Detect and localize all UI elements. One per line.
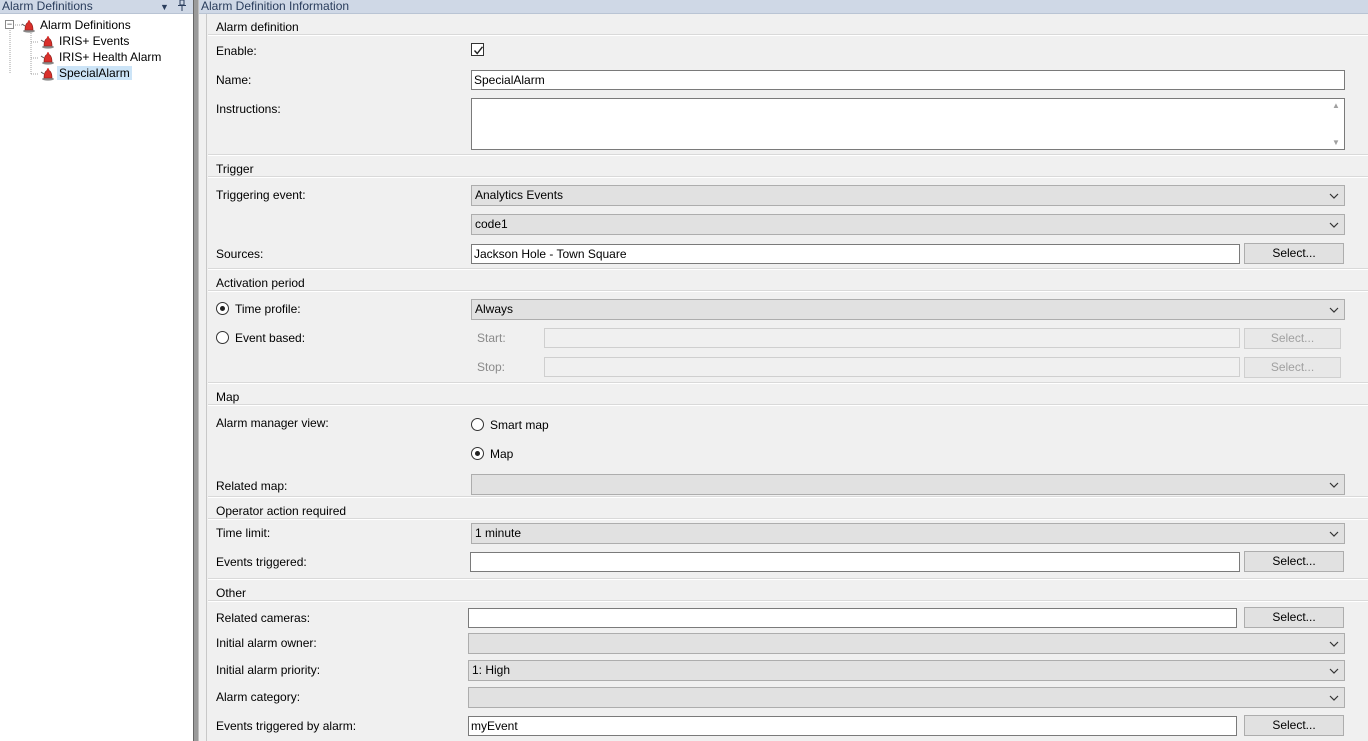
related-cameras-field[interactable] <box>468 608 1237 628</box>
related-map-label: Related map: <box>216 479 288 493</box>
pane-menu-chevron-icon[interactable]: ▼ <box>160 2 169 12</box>
time-profile-value: Always <box>475 302 514 316</box>
events-triggered-field[interactable] <box>470 552 1240 572</box>
chevron-down-icon[interactable] <box>1327 216 1341 233</box>
tree-item-label: IRIS+ Health Alarm <box>59 50 162 64</box>
enable-checkbox[interactable] <box>471 43 484 56</box>
sources-label: Sources: <box>216 247 264 261</box>
instructions-scrollbar[interactable]: ▲ ▼ <box>1328 99 1344 149</box>
initial-alarm-owner-label: Initial alarm owner: <box>216 636 317 650</box>
time-limit-dropdown[interactable]: 1 minute <box>471 523 1345 544</box>
scroll-down-icon[interactable]: ▼ <box>1332 138 1340 147</box>
smart-map-radio[interactable] <box>471 418 484 431</box>
chevron-down-icon[interactable] <box>1327 689 1341 706</box>
start-label: Start: <box>477 331 506 345</box>
section-title-other: Other <box>216 586 247 600</box>
sources-field[interactable]: Jackson Hole - Town Square <box>471 244 1240 264</box>
alarm-bell-icon <box>39 35 55 49</box>
chevron-down-icon[interactable] <box>1327 635 1341 652</box>
section-divider <box>208 290 1368 292</box>
initial-alarm-priority-label: Initial alarm priority: <box>216 663 321 677</box>
tree-item-iris-events[interactable]: IRIS+ Events <box>39 33 131 49</box>
related-cameras-label: Related cameras: <box>216 611 311 625</box>
events-triggered-by-alarm-field[interactable]: myEvent <box>468 716 1237 736</box>
tree-item-label: SpecialAlarm <box>57 66 132 80</box>
stop-label: Stop: <box>477 360 506 374</box>
chevron-down-icon[interactable] <box>1327 525 1341 542</box>
related-cameras-select-button[interactable]: Select... <box>1244 607 1344 628</box>
related-map-dropdown[interactable] <box>471 474 1345 495</box>
chevron-down-icon[interactable] <box>1327 476 1341 493</box>
tree-root-alarm-definitions[interactable]: Alarm Definitions <box>20 17 133 33</box>
initial-alarm-owner-dropdown[interactable] <box>468 633 1345 654</box>
time-profile-radio[interactable] <box>216 302 229 315</box>
pane-header: Alarm Definition Information <box>199 0 1368 14</box>
smart-map-label: Smart map <box>490 418 549 432</box>
tree-root-label: Alarm Definitions <box>40 18 131 32</box>
section-title-activation-period: Activation period <box>216 276 305 290</box>
triggering-event-sub-value: code1 <box>475 217 508 231</box>
initial-alarm-priority-dropdown[interactable]: 1: High <box>468 660 1345 681</box>
section-divider <box>208 382 1368 384</box>
alarm-definitions-pane: Alarm Definitions ▼ − Alarm Definitions … <box>0 0 193 741</box>
alarm-category-dropdown[interactable] <box>468 687 1345 708</box>
events-triggered-by-alarm-select-button[interactable]: Select... <box>1244 715 1344 736</box>
section-title-operator-action: Operator action required <box>216 504 347 518</box>
triggering-event-value: Analytics Events <box>475 188 564 202</box>
tree-item-iris-health-alarm[interactable]: IRIS+ Health Alarm <box>39 49 163 65</box>
map-option-label: Map <box>490 447 514 461</box>
event-based-label: Event based: <box>235 331 306 345</box>
time-limit-label: Time limit: <box>216 526 271 540</box>
section-divider <box>208 496 1368 498</box>
alarm-bell-icon <box>20 19 36 33</box>
pane-title: Alarm Definition Information <box>201 0 350 13</box>
enable-label: Enable: <box>216 44 257 58</box>
section-title-alarm-definition: Alarm definition <box>216 20 299 34</box>
section-divider <box>208 404 1368 406</box>
triggering-event-label: Triggering event: <box>216 188 306 202</box>
section-divider <box>208 578 1368 580</box>
section-divider <box>208 268 1368 270</box>
pin-icon[interactable] <box>178 0 186 14</box>
initial-alarm-priority-value: 1: High <box>472 663 511 677</box>
name-field[interactable]: SpecialAlarm <box>471 70 1345 90</box>
time-limit-value: 1 minute <box>475 526 522 540</box>
section-divider <box>208 600 1368 602</box>
map-radio[interactable] <box>471 447 484 460</box>
sources-select-button[interactable]: Select... <box>1244 243 1344 264</box>
tree-item-label: IRIS+ Events <box>59 34 130 48</box>
events-triggered-label: Events triggered: <box>216 555 307 569</box>
section-divider <box>208 34 1368 36</box>
triggering-event-dropdown[interactable]: Analytics Events <box>471 185 1345 206</box>
instructions-textarea[interactable]: ▲ ▼ <box>471 98 1345 150</box>
chevron-down-icon[interactable] <box>1327 301 1341 318</box>
time-profile-label: Time profile: <box>235 302 301 316</box>
chevron-down-icon[interactable] <box>1327 662 1341 679</box>
triggering-event-sub-dropdown[interactable]: code1 <box>471 214 1345 235</box>
section-divider <box>208 154 1368 156</box>
alarm-bell-icon <box>39 51 55 65</box>
chevron-down-icon[interactable] <box>1327 187 1341 204</box>
section-divider <box>208 176 1368 178</box>
alarm-category-label: Alarm category: <box>216 690 301 704</box>
stop-field <box>544 357 1240 377</box>
scroll-up-icon[interactable]: ▲ <box>1332 101 1340 110</box>
tree-collapse-toggle[interactable]: − <box>5 20 14 29</box>
time-profile-dropdown[interactable]: Always <box>471 299 1345 320</box>
name-label: Name: <box>216 73 252 87</box>
checkmark-icon <box>473 46 484 55</box>
alarm-manager-view-label: Alarm manager view: <box>216 416 329 430</box>
instructions-label: Instructions: <box>216 102 281 116</box>
events-triggered-select-button[interactable]: Select... <box>1244 551 1344 572</box>
event-based-radio[interactable] <box>216 331 229 344</box>
alarm-bell-icon <box>39 67 55 81</box>
stop-select-button: Select... <box>1244 357 1341 378</box>
tree-item-specialalarm[interactable]: SpecialAlarm <box>39 65 132 81</box>
events-triggered-by-alarm-label: Events triggered by alarm: <box>216 719 357 733</box>
section-title-trigger: Trigger <box>216 162 254 176</box>
section-title-map: Map <box>216 390 240 404</box>
start-field <box>544 328 1240 348</box>
section-divider <box>208 518 1368 520</box>
start-select-button: Select... <box>1244 328 1341 349</box>
